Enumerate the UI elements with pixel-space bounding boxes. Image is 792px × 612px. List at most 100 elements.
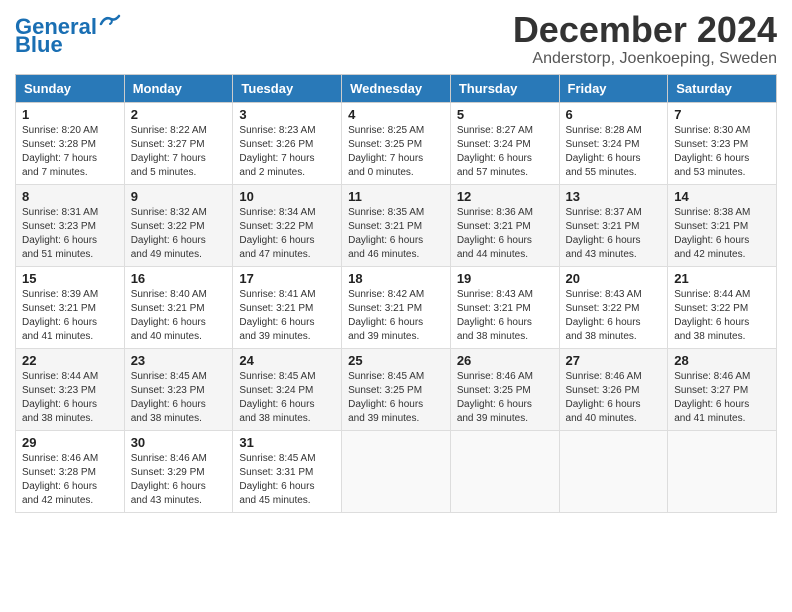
day-number: 31 xyxy=(239,435,335,450)
day-info: Sunrise: 8:22 AM Sunset: 3:27 PM Dayligh… xyxy=(131,124,227,180)
day-number: 23 xyxy=(131,353,227,368)
day-info: Sunrise: 8:20 AM Sunset: 3:28 PM Dayligh… xyxy=(22,124,118,180)
calendar-cell xyxy=(342,430,451,512)
day-number: 11 xyxy=(348,189,444,204)
calendar-header-monday: Monday xyxy=(124,74,233,102)
calendar-cell: 8 Sunrise: 8:31 AM Sunset: 3:23 PM Daylig… xyxy=(16,184,125,266)
calendar-cell: 17 Sunrise: 8:41 AM Sunset: 3:21 PM Dayli… xyxy=(233,266,342,348)
calendar-cell xyxy=(450,430,559,512)
day-info: Sunrise: 8:25 AM Sunset: 3:25 PM Dayligh… xyxy=(348,124,444,180)
day-info: Sunrise: 8:38 AM Sunset: 3:21 PM Dayligh… xyxy=(674,206,770,262)
day-number: 3 xyxy=(239,107,335,122)
logo: General Blue xyxy=(15,16,121,56)
day-info: Sunrise: 8:45 AM Sunset: 3:25 PM Dayligh… xyxy=(348,370,444,426)
calendar-cell: 9 Sunrise: 8:32 AM Sunset: 3:22 PM Daylig… xyxy=(124,184,233,266)
day-number: 29 xyxy=(22,435,118,450)
logo-text2: Blue xyxy=(15,34,63,56)
day-number: 13 xyxy=(566,189,662,204)
calendar-cell: 19 Sunrise: 8:43 AM Sunset: 3:21 PM Dayli… xyxy=(450,266,559,348)
calendar-cell: 21 Sunrise: 8:44 AM Sunset: 3:22 PM Dayli… xyxy=(668,266,777,348)
day-number: 4 xyxy=(348,107,444,122)
day-info: Sunrise: 8:46 AM Sunset: 3:27 PM Dayligh… xyxy=(674,370,770,426)
day-info: Sunrise: 8:42 AM Sunset: 3:21 PM Dayligh… xyxy=(348,288,444,344)
day-info: Sunrise: 8:43 AM Sunset: 3:21 PM Dayligh… xyxy=(457,288,553,344)
calendar-cell: 4 Sunrise: 8:25 AM Sunset: 3:25 PM Daylig… xyxy=(342,102,451,184)
day-number: 15 xyxy=(22,271,118,286)
calendar-cell: 23 Sunrise: 8:45 AM Sunset: 3:23 PM Dayli… xyxy=(124,348,233,430)
day-number: 22 xyxy=(22,353,118,368)
day-number: 30 xyxy=(131,435,227,450)
page-subtitle: Anderstorp, Joenkoeping, Sweden xyxy=(513,50,777,68)
day-info: Sunrise: 8:23 AM Sunset: 3:26 PM Dayligh… xyxy=(239,124,335,180)
calendar-header-row: SundayMondayTuesdayWednesdayThursdayFrid… xyxy=(16,74,777,102)
logo-bird-icon xyxy=(99,14,121,32)
day-number: 5 xyxy=(457,107,553,122)
calendar-cell: 20Sunrise: 8:43 AM Sunset: 3:22 PM Dayli… xyxy=(559,266,668,348)
day-info: Sunrise: 8:41 AM Sunset: 3:21 PM Dayligh… xyxy=(239,288,335,344)
day-info: Sunrise: 8:45 AM Sunset: 3:24 PM Dayligh… xyxy=(239,370,335,426)
calendar-cell: 1 Sunrise: 8:20 AM Sunset: 3:28 PM Daylig… xyxy=(16,102,125,184)
calendar-header-tuesday: Tuesday xyxy=(233,74,342,102)
calendar-cell: 18 Sunrise: 8:42 AM Sunset: 3:21 PM Dayli… xyxy=(342,266,451,348)
day-info: Sunrise: 8:27 AM Sunset: 3:24 PM Dayligh… xyxy=(457,124,553,180)
day-info: Sunrise: 8:45 AM Sunset: 3:23 PM Dayligh… xyxy=(131,370,227,426)
day-number: 16 xyxy=(131,271,227,286)
calendar-header-wednesday: Wednesday xyxy=(342,74,451,102)
calendar-cell: 27 Sunrise: 8:46 AM Sunset: 3:26 PM Dayli… xyxy=(559,348,668,430)
calendar-cell: 2 Sunrise: 8:22 AM Sunset: 3:27 PM Daylig… xyxy=(124,102,233,184)
calendar-cell: 31 Sunrise: 8:45 AM Sunset: 3:31 PM Dayli… xyxy=(233,430,342,512)
day-info: Sunrise: 8:46 AM Sunset: 3:26 PM Dayligh… xyxy=(566,370,662,426)
calendar-week-row: 29Sunrise: 8:46 AM Sunset: 3:28 PM Dayli… xyxy=(16,430,777,512)
calendar-cell: 5 Sunrise: 8:27 AM Sunset: 3:24 PM Daylig… xyxy=(450,102,559,184)
day-number: 26 xyxy=(457,353,553,368)
day-number: 1 xyxy=(22,107,118,122)
day-info: Sunrise: 8:30 AM Sunset: 3:23 PM Dayligh… xyxy=(674,124,770,180)
calendar-header-saturday: Saturday xyxy=(668,74,777,102)
calendar-cell xyxy=(668,430,777,512)
day-info: Sunrise: 8:40 AM Sunset: 3:21 PM Dayligh… xyxy=(131,288,227,344)
day-info: Sunrise: 8:45 AM Sunset: 3:31 PM Dayligh… xyxy=(239,452,335,508)
page-title: December 2024 xyxy=(513,10,777,50)
calendar-cell: 25Sunrise: 8:45 AM Sunset: 3:25 PM Dayli… xyxy=(342,348,451,430)
day-number: 19 xyxy=(457,271,553,286)
calendar-header-friday: Friday xyxy=(559,74,668,102)
calendar-week-row: 22 Sunrise: 8:44 AM Sunset: 3:23 PM Dayli… xyxy=(16,348,777,430)
calendar-week-row: 8 Sunrise: 8:31 AM Sunset: 3:23 PM Daylig… xyxy=(16,184,777,266)
calendar-cell: 6Sunrise: 8:28 AM Sunset: 3:24 PM Daylig… xyxy=(559,102,668,184)
day-number: 2 xyxy=(131,107,227,122)
calendar-cell: 3 Sunrise: 8:23 AM Sunset: 3:26 PM Daylig… xyxy=(233,102,342,184)
day-number: 7 xyxy=(674,107,770,122)
day-number: 8 xyxy=(22,189,118,204)
title-area: December 2024 Anderstorp, Joenkoeping, S… xyxy=(513,10,777,68)
day-number: 21 xyxy=(674,271,770,286)
day-info: Sunrise: 8:39 AM Sunset: 3:21 PM Dayligh… xyxy=(22,288,118,344)
day-info: Sunrise: 8:31 AM Sunset: 3:23 PM Dayligh… xyxy=(22,206,118,262)
calendar-cell: 16 Sunrise: 8:40 AM Sunset: 3:21 PM Dayli… xyxy=(124,266,233,348)
day-info: Sunrise: 8:44 AM Sunset: 3:22 PM Dayligh… xyxy=(674,288,770,344)
calendar-cell: 22 Sunrise: 8:44 AM Sunset: 3:23 PM Dayli… xyxy=(16,348,125,430)
day-number: 18 xyxy=(348,271,444,286)
day-number: 10 xyxy=(239,189,335,204)
day-info: Sunrise: 8:43 AM Sunset: 3:22 PM Dayligh… xyxy=(566,288,662,344)
calendar-cell: 28 Sunrise: 8:46 AM Sunset: 3:27 PM Dayli… xyxy=(668,348,777,430)
calendar-cell: 10Sunrise: 8:34 AM Sunset: 3:22 PM Dayli… xyxy=(233,184,342,266)
calendar-header-thursday: Thursday xyxy=(450,74,559,102)
day-number: 12 xyxy=(457,189,553,204)
day-number: 17 xyxy=(239,271,335,286)
calendar-cell: 7 Sunrise: 8:30 AM Sunset: 3:23 PM Daylig… xyxy=(668,102,777,184)
day-number: 27 xyxy=(566,353,662,368)
day-info: Sunrise: 8:32 AM Sunset: 3:22 PM Dayligh… xyxy=(131,206,227,262)
page-header: General Blue December 2024 Anderstorp, J… xyxy=(15,10,777,68)
day-info: Sunrise: 8:46 AM Sunset: 3:29 PM Dayligh… xyxy=(131,452,227,508)
day-number: 24 xyxy=(239,353,335,368)
calendar-cell: 14Sunrise: 8:38 AM Sunset: 3:21 PM Dayli… xyxy=(668,184,777,266)
calendar-cell: 11 Sunrise: 8:35 AM Sunset: 3:21 PM Dayli… xyxy=(342,184,451,266)
day-info: Sunrise: 8:35 AM Sunset: 3:21 PM Dayligh… xyxy=(348,206,444,262)
day-number: 9 xyxy=(131,189,227,204)
day-info: Sunrise: 8:44 AM Sunset: 3:23 PM Dayligh… xyxy=(22,370,118,426)
calendar-cell: 24 Sunrise: 8:45 AM Sunset: 3:24 PM Dayli… xyxy=(233,348,342,430)
day-info: Sunrise: 8:37 AM Sunset: 3:21 PM Dayligh… xyxy=(566,206,662,262)
day-number: 28 xyxy=(674,353,770,368)
calendar-header-sunday: Sunday xyxy=(16,74,125,102)
calendar-week-row: 1 Sunrise: 8:20 AM Sunset: 3:28 PM Daylig… xyxy=(16,102,777,184)
